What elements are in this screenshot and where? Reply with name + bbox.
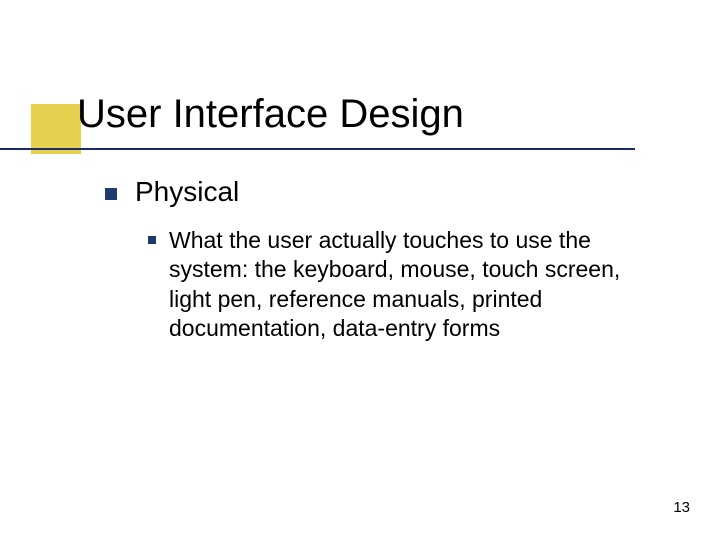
bullet-level-2: What the user actually touches to use th… [148, 226, 658, 344]
square-bullet-icon [105, 188, 117, 200]
bullet-level-2-text: What the user actually touches to use th… [169, 226, 658, 344]
bullet-level-1-text: Physical [135, 176, 239, 208]
page-number: 13 [673, 499, 690, 516]
bullet-level-1: Physical [105, 176, 239, 208]
square-bullet-icon [148, 236, 156, 244]
title-underline [0, 148, 635, 150]
slide-title: User Interface Design [77, 92, 464, 137]
title-accent-block [31, 104, 81, 154]
